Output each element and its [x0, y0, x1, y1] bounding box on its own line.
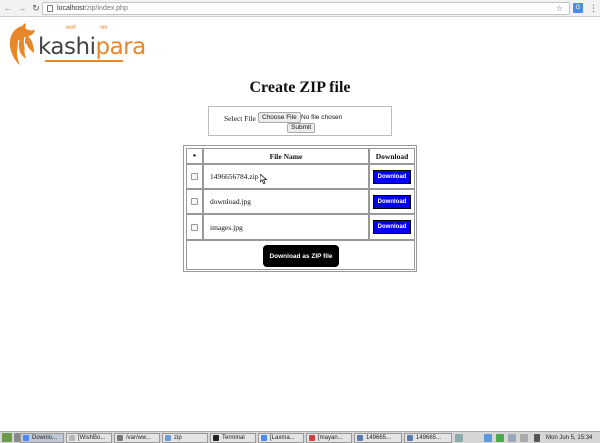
table-row-3-select-cell — [186, 214, 203, 240]
header-file-name: File Name — [203, 148, 369, 164]
logo-text-main: kashi — [38, 34, 96, 60]
pen-icon[interactable] — [534, 434, 540, 442]
row-2-download-button[interactable]: Download — [373, 194, 411, 209]
header-select: * — [186, 148, 203, 164]
taskbar-item-2-label: [WishBo... — [78, 435, 106, 441]
taskbar-item-3[interactable]: /var/ww... — [114, 433, 160, 443]
taskbar-item-5[interactable]: Terminal — [210, 433, 256, 443]
terminal-icon — [213, 435, 219, 441]
taskbar-item-4[interactable]: zip — [162, 433, 208, 443]
taskbar-clock: Mon Jun 5, 15:34 — [546, 435, 593, 441]
logo-emblem-icon — [9, 23, 36, 65]
table-row-2-select-cell — [186, 189, 203, 214]
page-info-icon[interactable] — [47, 5, 53, 12]
upload-form: Select File Choose File No file chosen S… — [208, 106, 392, 136]
page-title: Create ZIP file — [249, 79, 351, 96]
taskbar-item-9-label: 149665... — [416, 435, 442, 441]
logo-text-accent: para — [95, 34, 146, 60]
terminal-window-icon — [117, 435, 123, 441]
back-icon[interactable]: ← — [2, 2, 14, 14]
logo-wordmark: kashipara — [38, 34, 146, 60]
app-icon — [309, 435, 315, 441]
file-table: * File Name Download 1496656784.zip Down… — [183, 145, 417, 272]
taskbar-item-1[interactable]: Downlo... — [20, 433, 64, 443]
table-row-3-download-cell: Download — [369, 214, 415, 240]
window-icon — [69, 435, 75, 441]
mouse-cursor-icon — [260, 174, 268, 184]
table-row-3-name: images.jpg — [203, 214, 369, 240]
url-path: /zip/index.php — [84, 5, 128, 12]
taskbar-item-6[interactable]: [Laxma... — [258, 433, 304, 443]
reload-icon[interactable]: ↻ — [30, 2, 42, 14]
submit-button[interactable]: Submit — [287, 123, 316, 133]
row-1-checkbox[interactable] — [191, 173, 198, 180]
chrome-icon — [261, 435, 267, 441]
row-3-download-button[interactable]: Download — [373, 220, 411, 234]
bookmark-star-icon[interactable]: ☆ — [556, 3, 563, 14]
no-file-chosen-text: No file chosen — [301, 114, 343, 121]
table-row-2-download-cell: Download — [369, 189, 415, 214]
taskbar-item-8[interactable]: 149665... — [354, 433, 402, 443]
start-menu-icon[interactable] — [2, 433, 12, 442]
select-file-label: Select File — [224, 114, 256, 123]
taskbar-item-7[interactable]: [mayan... — [306, 433, 352, 443]
image-viewer-icon — [357, 435, 363, 441]
url-text: localhost/zip/index.php — [57, 5, 128, 12]
network-icon[interactable] — [508, 434, 516, 442]
table-row-2-name: download.jpg — [203, 189, 369, 214]
row-3-checkbox[interactable] — [191, 223, 198, 231]
logo-underline — [45, 60, 123, 62]
browser-menu-icon[interactable]: ⋮ — [589, 2, 598, 14]
taskbar-item-9[interactable]: 149665... — [404, 433, 452, 443]
volume-icon[interactable] — [520, 434, 528, 442]
taskbar: Downlo... [WishBo... /var/ww... zip Term… — [0, 431, 600, 443]
tray-check-icon[interactable] — [496, 434, 504, 442]
table-row-1-select-cell — [186, 164, 203, 189]
taskbar-item-5-label: Terminal — [222, 435, 245, 441]
image-viewer-icon — [407, 435, 413, 441]
tray-icon-1[interactable] — [455, 434, 463, 442]
header-download: Download — [369, 148, 415, 164]
taskbar-item-7-label: [mayan... — [318, 435, 343, 441]
taskbar-item-6-label: [Laxma... — [270, 435, 295, 441]
download-zip-button[interactable]: Download as ZIP file — [263, 245, 339, 267]
address-bar[interactable]: localhost/zip/index.php ☆ — [42, 2, 570, 15]
url-host: localhost — [57, 5, 85, 12]
taskbar-item-2[interactable]: [WishBo... — [66, 433, 112, 443]
logo-devanagari-right: पारा — [100, 25, 108, 31]
table-row-1-name: 1496656784.zip — [203, 164, 369, 189]
folder-icon — [165, 435, 171, 441]
taskbar-item-3-label: /var/ww... — [126, 435, 152, 441]
forward-icon[interactable]: → — [16, 2, 28, 14]
chrome-icon — [23, 435, 29, 441]
taskbar-item-1-label: Downlo... — [32, 435, 58, 441]
taskbar-item-8-label: 149665... — [366, 435, 392, 441]
tray-icon-2[interactable] — [484, 434, 492, 442]
translate-extension-icon[interactable]: G — [573, 3, 583, 13]
logo-devanagari-left: काशी — [66, 25, 76, 31]
row-1-download-button[interactable]: Download — [373, 169, 411, 184]
browser-toolbar: ← → ↻ localhost/zip/index.php ☆ G ⋮ — [0, 0, 600, 17]
table-row-1-download-cell: Download — [369, 164, 415, 189]
taskbar-item-4-label: zip — [174, 435, 182, 441]
choose-file-button[interactable]: Choose File — [258, 112, 301, 123]
site-logo[interactable]: काशी पारा kashipara — [6, 22, 146, 68]
row-2-checkbox[interactable] — [191, 198, 198, 205]
